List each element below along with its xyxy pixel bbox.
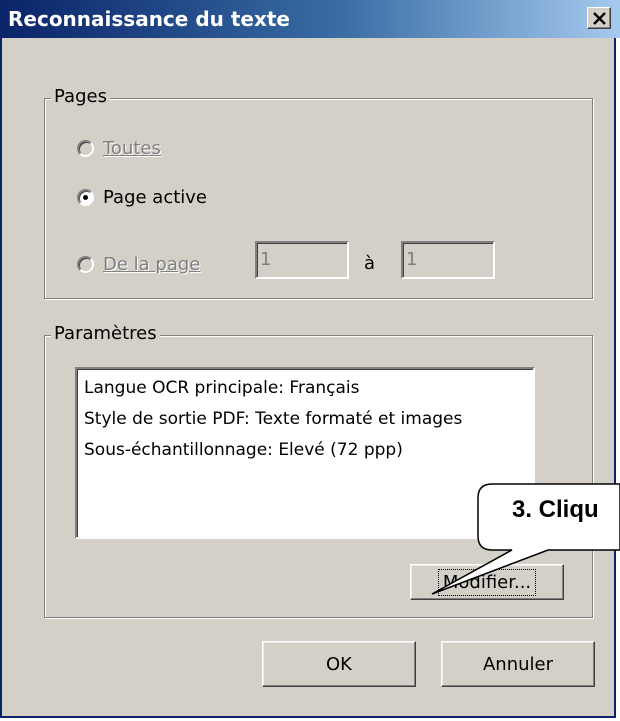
from-page-field[interactable]: 1 — [255, 241, 349, 279]
modify-button-label: Modifier... — [437, 568, 537, 596]
modify-button[interactable]: Modifier... — [410, 564, 564, 600]
close-icon — [593, 12, 606, 25]
cancel-button[interactable]: Annuler — [441, 641, 595, 687]
ok-button[interactable]: OK — [262, 641, 416, 687]
to-page-field[interactable]: 1 — [401, 241, 495, 279]
radio-selected-dot — [83, 195, 88, 200]
params-listbox[interactable]: Langue OCR principale: Français Style de… — [75, 367, 535, 539]
to-label: à — [364, 253, 376, 274]
radio-all-pages-button[interactable] — [77, 140, 94, 157]
radio-all-pages-label: Toutes — [103, 138, 161, 159]
param-output-style: Style de sortie PDF: Texte formaté et im… — [84, 409, 463, 429]
close-button[interactable] — [587, 7, 611, 29]
param-ocr-language: Langue OCR principale: Français — [84, 378, 360, 398]
radio-page-range[interactable]: De la page — [77, 254, 200, 275]
param-downsampling: Sous-échantillonnage: Elevé (72 ppp) — [84, 440, 403, 460]
radio-page-range-label: De la page — [103, 254, 201, 275]
pages-group-legend: Pages — [51, 86, 110, 107]
radio-page-range-button[interactable] — [77, 256, 94, 273]
window-title: Reconnaissance du texte — [8, 7, 290, 31]
params-group-legend: Paramètres — [51, 323, 160, 344]
radio-active-page-button[interactable] — [77, 189, 94, 206]
title-bar[interactable]: Reconnaissance du texte — [2, 0, 620, 38]
radio-active-page[interactable]: Page active — [77, 187, 207, 208]
cancel-button-label: Annuler — [482, 653, 553, 675]
ok-button-label: OK — [326, 653, 352, 675]
radio-all-pages[interactable]: Toutes — [77, 138, 161, 159]
ocr-dialog: Reconnaissance du texte Pages Toutes Pag… — [0, 0, 620, 718]
callout-text: 3. Cliqu — [512, 496, 599, 523]
radio-active-page-label: Page active — [103, 187, 208, 208]
